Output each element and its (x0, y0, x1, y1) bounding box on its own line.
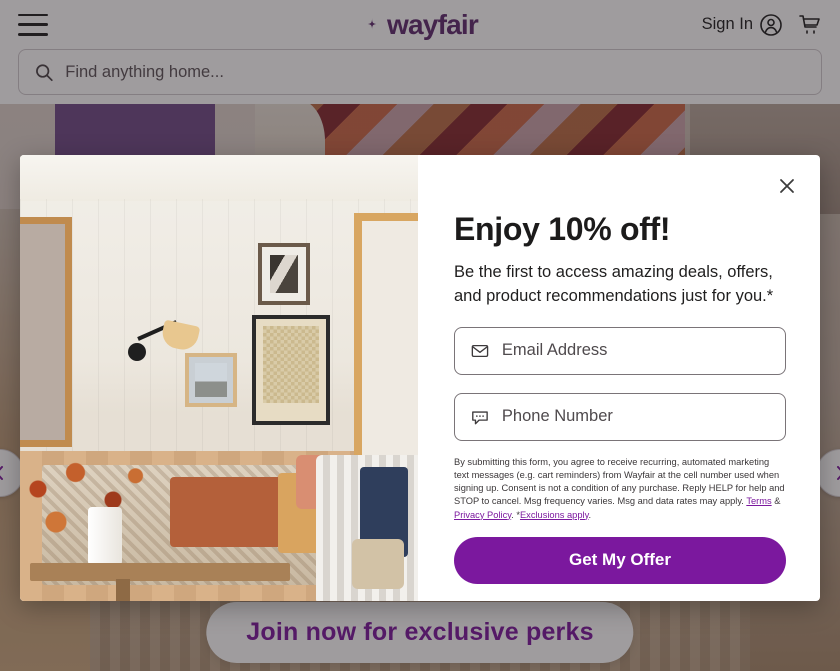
photo-wall-art-top (258, 243, 310, 305)
get-my-offer-button[interactable]: Get My Offer (454, 536, 786, 584)
photo-wall-lamp-base (128, 343, 146, 361)
photo-white-vase (88, 507, 122, 569)
photo-coffee-table-leg (116, 579, 130, 601)
photo-door-frame-left (20, 217, 72, 447)
modal-title: Enjoy 10% off! (454, 211, 671, 247)
phone-field[interactable] (454, 392, 786, 441)
photo-door-frame-right (354, 213, 418, 463)
fineprint-end: . (588, 509, 592, 520)
envelope-icon (471, 344, 489, 357)
photo-wall-art-small (185, 353, 237, 407)
fineprint-amp: & (771, 496, 781, 507)
wayfair-page: Join now for exclusive perks wayfair Sig… (0, 0, 840, 671)
fineprint-body: By submitting this form, you agree to re… (454, 456, 785, 507)
photo-coffee-table (30, 563, 290, 581)
exclusions-apply-link[interactable]: Exclusions apply (520, 510, 589, 520)
modal-subtitle: Be the first to access amazing deals, of… (454, 263, 774, 305)
signup-modal: Enjoy 10% off! Be the first to access am… (20, 155, 820, 601)
modal-content: Enjoy 10% off! Be the first to access am… (418, 155, 820, 601)
consent-fineprint: By submitting this form, you agree to re… (454, 456, 786, 522)
photo-ceiling (20, 155, 418, 201)
email-input[interactable] (501, 341, 769, 361)
close-x-icon (780, 179, 794, 193)
modal-close-button[interactable] (774, 173, 800, 199)
phone-input[interactable] (501, 407, 769, 427)
photo-woven-basket (352, 539, 404, 589)
terms-link[interactable]: Terms (746, 496, 771, 506)
photo-wall-art-large (252, 315, 330, 425)
modal-hero-image (20, 155, 418, 601)
fineprint-mid: . * (511, 509, 520, 520)
privacy-policy-link[interactable]: Privacy Policy (454, 510, 511, 520)
email-field[interactable] (454, 326, 786, 375)
chat-bubble-icon (472, 411, 488, 425)
photo-leather-bench (170, 477, 290, 547)
